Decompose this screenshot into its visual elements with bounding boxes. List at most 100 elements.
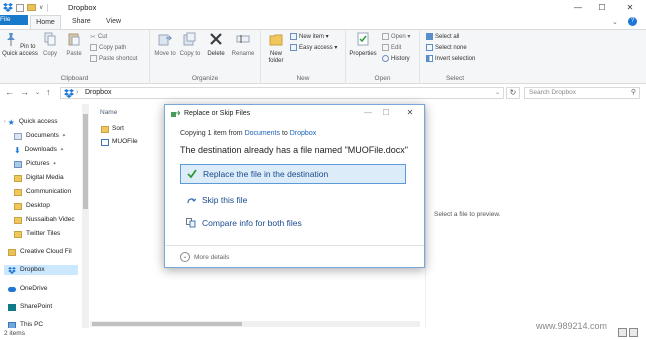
sidebar-scrollbar[interactable] [82,104,89,328]
invert-selection-button[interactable]: Invert selection [426,55,475,64]
forward-arrow-icon[interactable]: → [20,87,29,97]
paste-shortcut-button[interactable]: Paste shortcut [90,55,137,64]
quick-access-dropdown[interactable]: ∨ [39,4,43,11]
sidebar-item-twitter-tiles[interactable]: Twitter Tiles [14,229,60,239]
sidebar-item-downloads[interactable]: ⬇ Downloads ✦ [14,145,64,155]
dialog-separator [165,245,424,246]
source-link[interactable]: Documents [245,130,280,137]
sidebar-item-quick-access[interactable]: › ★ Quick access [4,117,58,127]
sidebar-item-documents[interactable]: Documents ✦ [14,131,66,141]
hscroll-thumb[interactable] [92,322,242,326]
minimize-button[interactable]: — [568,0,588,15]
skip-arrow-icon [187,198,196,204]
refresh-icon[interactable]: ↻ [506,87,520,99]
sidebar-item-communication[interactable]: Communication [14,187,71,197]
tab-share[interactable]: Share [66,15,97,29]
easy-access-icon [290,44,297,51]
sidebar-item-digital-media[interactable]: Digital Media [14,173,64,183]
address-path-box[interactable]: › Dropbox ⌄ [60,87,504,99]
pin-icon: ✦ [61,133,67,139]
new-item-button[interactable]: New item ▾ [290,33,329,42]
dialog-maximize-button[interactable]: ☐ [379,108,393,117]
compare-option-label: Compare info for both files [202,218,302,228]
copying-status: Copying 1 item from Documents to Dropbox [180,130,316,137]
window-title: Dropbox [68,3,97,12]
tab-file[interactable]: File [0,15,28,25]
recent-locations-chevron-icon[interactable]: ⌄ [35,89,40,96]
file-list-hscrollbar[interactable] [90,321,420,327]
compare-files-option[interactable]: Compare info for both files [180,213,406,233]
history-button[interactable]: History [382,55,410,64]
properties-label: Properties [349,51,377,57]
skip-file-option[interactable]: Skip this file [180,190,406,210]
sidebar-item-nussaibah-videos[interactable]: Nussaibah Videc [14,215,75,225]
select-all-button[interactable]: Select all [426,33,459,42]
copy-to-icon [183,32,196,46]
destination-link[interactable]: Dropbox [290,130,316,137]
more-details-toggle[interactable]: ⌄ More details [180,252,229,262]
select-none-label: Select none [435,45,467,52]
folder-icon [14,216,22,224]
large-icons-view-icon[interactable] [629,328,638,337]
list-item[interactable]: Sort [101,124,124,134]
sidebar-item-pictures[interactable]: Pictures ✦ [14,159,57,169]
details-view-icon[interactable] [618,328,627,337]
sidebar-item-onedrive[interactable]: OneDrive [8,284,47,294]
folder-icon [14,230,22,238]
open-button[interactable]: Open ▾ [382,33,410,42]
edit-icon [382,44,389,51]
close-button[interactable]: ✕ [620,0,640,15]
history-icon [382,55,389,62]
new-folder-button[interactable]: New folder [264,32,288,65]
search-input[interactable]: Search Dropbox ⚲ [524,87,640,99]
sidebar-item-sharepoint[interactable]: SharePoint [8,302,52,312]
copy-button[interactable]: Copy [40,32,60,58]
sidebar-item-label: Downloads [24,146,57,153]
easy-access-button[interactable]: Easy access ▾ [290,44,337,53]
delete-button[interactable]: Delete [205,32,227,58]
new-folder-icon [269,34,283,46]
up-arrow-icon[interactable]: ↑ [46,87,51,97]
folder-icon [14,174,22,182]
properties-qa-icon[interactable] [16,3,24,12]
help-icon[interactable]: ? [628,17,637,26]
dialog-minimize-button[interactable]: — [361,108,375,117]
properties-button[interactable]: Properties [348,32,378,58]
copy-path-button[interactable]: Copy path [90,44,126,53]
address-dropdown-icon[interactable]: ⌄ [495,89,500,96]
title-separator: | [46,3,49,12]
list-item[interactable]: MUOFile [101,137,138,147]
sidebar-item-creative-cloud[interactable]: Creative Cloud Fil [8,247,72,257]
replace-file-option[interactable]: Replace the file in the destination [180,164,406,184]
pictures-icon [14,160,22,168]
maximize-button[interactable]: ☐ [592,0,612,15]
paste-button[interactable]: Paste [63,32,85,58]
sidebar-item-label: Creative Cloud Fil [20,248,72,255]
select-all-label: Select all [435,34,460,41]
sidebar-item-label: Quick access [18,118,58,125]
address-bar-row: ← → ⌄ ↑ › Dropbox ⌄ ↻ Search Dropbox ⚲ [0,85,646,101]
breadcrumb-dropbox[interactable]: Dropbox [85,89,111,96]
select-none-icon [426,44,433,51]
sidebar-item-desktop[interactable]: Desktop [14,201,50,211]
organize-group: Move to Copy to Delete Rename Organize [150,30,261,84]
copy-to-button[interactable]: Copy to [179,32,201,58]
cut-button[interactable]: ✂ Cut [90,33,107,42]
compare-files-icon [186,218,196,228]
rename-button[interactable]: Rename [230,32,256,58]
folder-qa-icon[interactable] [27,4,36,11]
back-arrow-icon[interactable]: ← [5,87,14,97]
dialog-close-button[interactable]: ✕ [403,108,417,117]
tab-view[interactable]: View [100,15,127,29]
column-header-name[interactable]: Name [100,109,117,116]
edit-button[interactable]: Edit [382,44,401,53]
pin-quick-access-button[interactable]: Pin to Quick access [2,32,38,58]
select-none-button[interactable]: Select none [426,44,467,53]
organize-group-label: Organize [191,75,219,82]
ribbon-collapse-icon[interactable]: ⌄ [612,18,618,26]
sidebar-scroll-thumb[interactable] [83,114,88,209]
sidebar-item-dropbox[interactable]: Dropbox [4,265,78,275]
select-group-label: Select [445,75,465,82]
move-to-button[interactable]: Move to [154,32,176,58]
tab-home[interactable]: Home [30,15,61,29]
